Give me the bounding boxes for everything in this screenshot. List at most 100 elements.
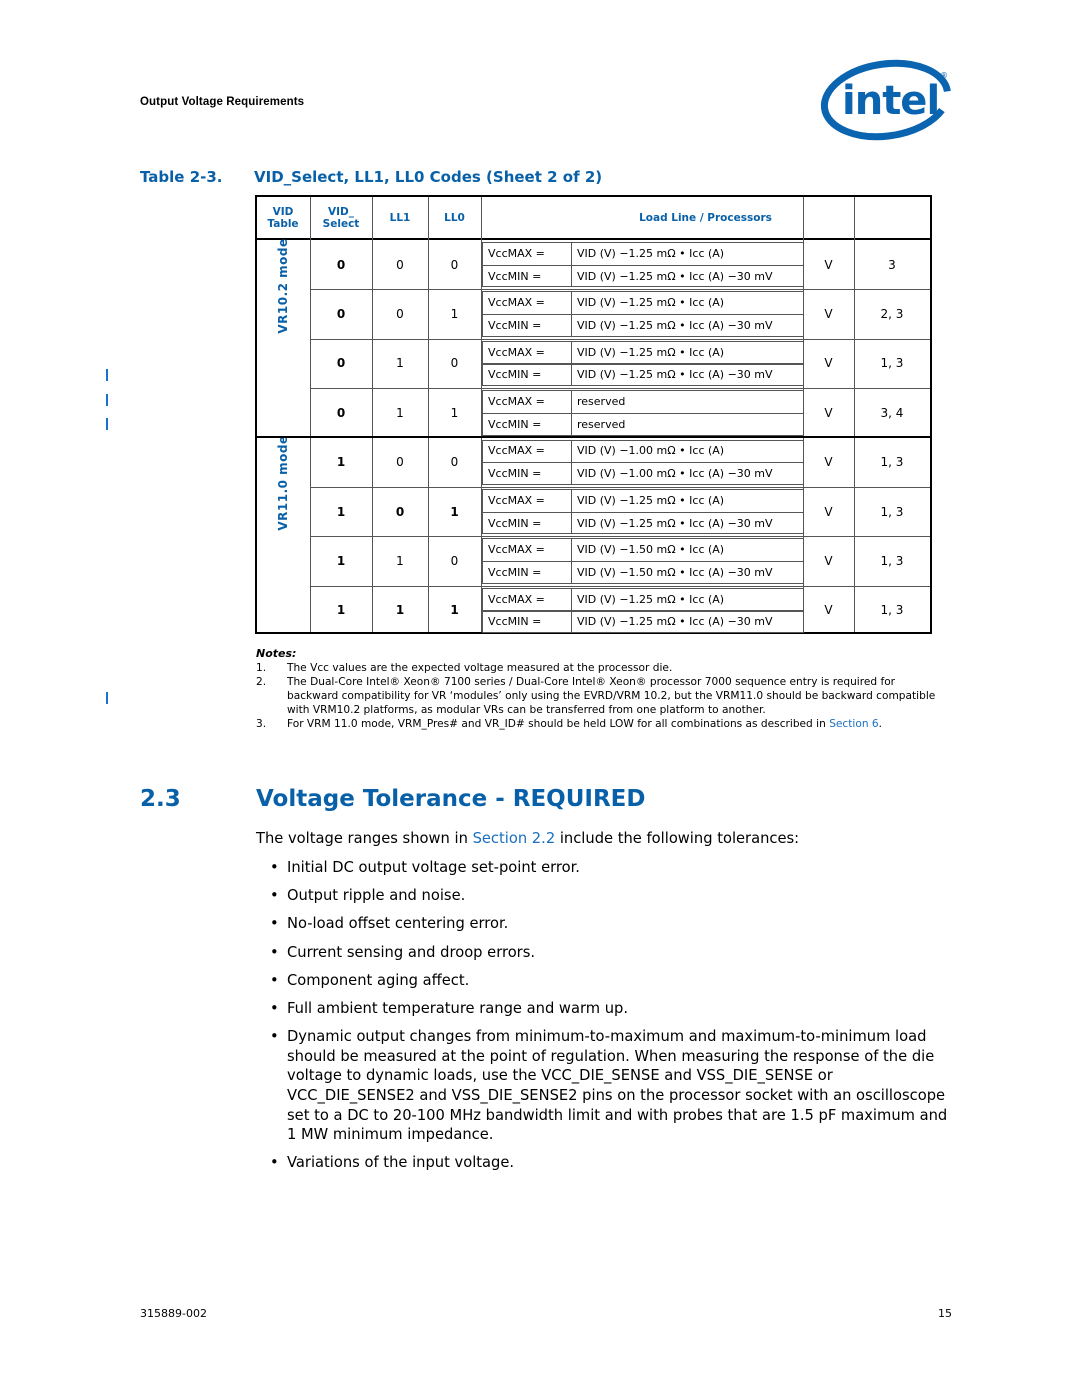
- vccmax-label: VccMAX =: [488, 296, 545, 310]
- document-number: 315889-002: [140, 1307, 207, 1320]
- table-notes: Notes: 1. The Vcc values are the expected…: [256, 647, 936, 731]
- vccmin-formula: VID (V) −1.25 mΩ • Icc (A) −30 mV: [577, 368, 773, 382]
- cell-vid-select: 0: [336, 356, 346, 371]
- cell-notes: 1, 3: [880, 455, 904, 470]
- section-number: 2.3: [140, 786, 181, 812]
- cell-notes: 3: [888, 257, 896, 272]
- vccmin-formula: VID (V) −1.25 mΩ • Icc (A) −30 mV: [577, 615, 773, 629]
- cell-notes: 3, 4: [880, 405, 904, 420]
- cell-notes: 2, 3: [880, 307, 904, 322]
- vccmin-label: VccMIN =: [488, 269, 542, 283]
- cell-ll0: 0: [450, 257, 459, 272]
- cell-unit: V: [824, 307, 833, 322]
- vccmax-label: VccMAX =: [488, 444, 545, 458]
- cell-unit: V: [824, 405, 833, 420]
- change-bar: [106, 692, 108, 704]
- vccmax-formula: reserved: [577, 395, 626, 409]
- cell-vid-select: 1: [336, 504, 346, 519]
- vccmax-formula: VID (V) −1.25 mΩ • Icc (A): [577, 493, 725, 507]
- cell-notes: 1, 3: [880, 603, 904, 618]
- table-number: Table 2-3.: [140, 168, 223, 186]
- vccmin-formula: VID (V) −1.25 mΩ • Icc (A) −30 mV: [577, 318, 773, 332]
- cell-vid-select: 1: [336, 603, 346, 618]
- cell-ll1: 1: [395, 603, 405, 618]
- vid-table-mode-label: VR10.2 mode: [276, 238, 290, 334]
- section-2-2-link[interactable]: Section 2.2: [473, 830, 556, 847]
- vccmax-formula: VID (V) −1.00 mΩ • Icc (A): [577, 444, 725, 458]
- cell-ll0: 0: [450, 554, 459, 569]
- tolerance-item: Variations of the input voltage.: [270, 1153, 960, 1173]
- tolerance-list: Initial DC output voltage set-point erro…: [270, 858, 960, 1181]
- notes-title: Notes:: [256, 647, 297, 660]
- vccmax-label: VccMAX =: [488, 493, 545, 507]
- svg-text:intel: intel: [842, 78, 939, 124]
- section-intro: The voltage ranges shown in Section 2.2 …: [256, 830, 800, 847]
- cell-vid-select: 1: [336, 554, 346, 569]
- vccmin-label: VccMIN =: [488, 565, 542, 579]
- cell-notes: 1, 3: [880, 504, 904, 519]
- table-caption: Table 2-3. VID_Select, LL1, LL0 Codes (Sh…: [140, 168, 602, 186]
- cell-ll1: 1: [396, 356, 404, 371]
- cell-ll0: 1: [450, 307, 459, 322]
- col-header-ll1: LL1: [389, 211, 411, 224]
- change-bar: [106, 394, 108, 406]
- cell-unit: V: [824, 504, 833, 519]
- vccmax-formula: VID (V) −1.50 mΩ • Icc (A): [577, 543, 725, 557]
- vccmax-label: VccMAX =: [488, 592, 545, 606]
- section-heading: 2.3 Voltage Tolerance - REQUIRED: [140, 786, 645, 812]
- cell-ll1: 0: [395, 504, 405, 519]
- cell-unit: V: [824, 554, 833, 569]
- col-header-load-line: Load Line / Processors: [639, 211, 772, 224]
- cell-vid-select: 0: [336, 257, 346, 272]
- vccmax-formula: VID (V) −1.25 mΩ • Icc (A): [577, 345, 725, 359]
- section-title: Voltage Tolerance - REQUIRED: [256, 786, 646, 812]
- cell-unit: V: [824, 455, 833, 470]
- note-item: 3. For VRM 11.0 mode, VRM_Pres# and VR_ID…: [256, 718, 883, 730]
- table-title: VID_Select, LL1, LL0 Codes (Sheet 2 of 2…: [254, 168, 603, 186]
- note-item: 2. The Dual-Core Intel® Xeon® 7100 series…: [256, 676, 936, 716]
- cell-ll1: 0: [396, 257, 404, 272]
- section-6-link[interactable]: Section 6: [829, 718, 878, 730]
- vccmin-formula: VID (V) −1.25 mΩ • Icc (A) −30 mV: [577, 269, 773, 283]
- vccmax-label: VccMAX =: [488, 395, 545, 409]
- vccmin-label: VccMIN =: [488, 615, 542, 629]
- tolerance-item: Dynamic output changes from minimum-to-m…: [270, 1027, 960, 1145]
- cell-ll0: 1: [450, 405, 459, 420]
- vccmin-label: VccMIN =: [488, 467, 542, 481]
- cell-ll0: 0: [450, 356, 459, 371]
- cell-notes: 1, 3: [880, 356, 904, 371]
- vccmin-formula: VID (V) −1.25 mΩ • Icc (A) −30 mV: [577, 516, 773, 530]
- vccmax-label: VccMAX =: [488, 246, 545, 260]
- vccmin-label: VccMIN =: [488, 417, 542, 431]
- cell-unit: V: [824, 356, 833, 371]
- vccmax-label: VccMAX =: [488, 345, 545, 359]
- vccmin-formula: VID (V) −1.00 mΩ • Icc (A) −30 mV: [577, 467, 773, 481]
- cell-ll1: 1: [396, 554, 404, 569]
- change-bar: [106, 369, 108, 381]
- cell-vid-select: 0: [336, 307, 346, 322]
- vccmin-label: VccMIN =: [488, 318, 542, 332]
- note-item: 1. The Vcc values are the expected voltag…: [256, 662, 673, 674]
- vid-select-table: VID Table VID_ Select LL1 LL0 Load Line / …: [255, 195, 932, 634]
- vccmin-formula: VID (V) −1.50 mΩ • Icc (A) −30 mV: [577, 565, 773, 579]
- vccmin-label: VccMIN =: [488, 516, 542, 530]
- vccmax-formula: VID (V) −1.25 mΩ • Icc (A): [577, 246, 725, 260]
- tolerance-item: Output ripple and noise.: [270, 886, 960, 906]
- page-number: 15: [938, 1307, 952, 1320]
- cell-notes: 1, 3: [880, 554, 904, 569]
- col-header-vid-select: VID_ Select: [322, 205, 360, 230]
- cell-unit: V: [824, 257, 833, 272]
- cell-unit: V: [824, 603, 833, 618]
- vccmax-label: VccMAX =: [488, 543, 545, 557]
- cell-vid-select: 1: [336, 455, 346, 470]
- tolerance-item: Component aging affect.: [270, 971, 960, 991]
- vid-table-mode-label: VR11.0 mode: [276, 435, 290, 532]
- vccmax-formula: VID (V) −1.25 mΩ • Icc (A): [577, 296, 725, 310]
- cell-vid-select: 0: [336, 405, 346, 420]
- vccmax-formula: VID (V) −1.25 mΩ • Icc (A): [577, 592, 725, 606]
- vccmin-label: VccMIN =: [488, 368, 542, 382]
- tolerance-item: No-load offset centering error.: [270, 914, 960, 934]
- tolerance-item: Current sensing and droop errors.: [270, 943, 960, 963]
- tolerance-item: Initial DC output voltage set-point erro…: [270, 858, 960, 878]
- col-header-ll0: LL0: [444, 211, 465, 224]
